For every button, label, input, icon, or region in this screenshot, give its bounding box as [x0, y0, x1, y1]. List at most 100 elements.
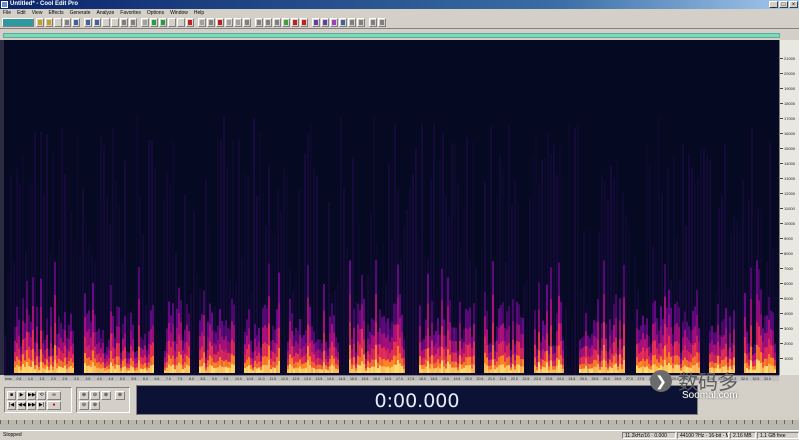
toolbar-button[interactable]	[177, 18, 185, 27]
toolbar-button[interactable]	[225, 18, 233, 27]
toolbar-button[interactable]	[369, 18, 377, 27]
toolbar-button[interactable]	[150, 18, 158, 27]
loop-infinite-button[interactable]: ∞	[47, 391, 61, 400]
zoom-in-vertical-icon[interactable]: ⊕	[115, 391, 125, 400]
menu-edit[interactable]: Edit	[17, 9, 26, 17]
time-tick-label: 12.0	[281, 377, 288, 381]
record-button[interactable]: ●	[47, 401, 61, 410]
spectrogram-energy	[371, 366, 373, 373]
meter-tick	[168, 420, 169, 424]
toolbar-button[interactable]	[330, 18, 338, 27]
play-button[interactable]: ▶	[17, 391, 26, 400]
toolbar-button[interactable]	[300, 18, 308, 27]
menu-effects[interactable]: Effects	[48, 9, 63, 17]
go-to-start-button[interactable]: |◀	[7, 401, 16, 410]
toolbar-button[interactable]	[129, 18, 137, 27]
spectrogram-energy	[26, 361, 28, 373]
zoom-right-icon[interactable]: ⊕	[90, 401, 100, 410]
toolbar-icon	[293, 20, 297, 25]
toolbar-button[interactable]	[216, 18, 224, 27]
toolbar-button[interactable]	[36, 18, 44, 27]
spectrogram-energy	[359, 365, 361, 373]
toolbar-button[interactable]	[102, 18, 110, 27]
stop-button[interactable]: ■	[7, 391, 16, 400]
spectrogram-energy	[90, 366, 92, 373]
toolbar-button[interactable]	[255, 18, 263, 27]
menu-favorites[interactable]: Favorites	[120, 9, 141, 17]
toolbar-button[interactable]	[264, 18, 272, 27]
spectrogram-energy	[558, 359, 560, 373]
zoom-in-horizontal-icon[interactable]: ⊕	[79, 391, 89, 400]
toolbar-button[interactable]	[339, 18, 347, 27]
toolbar-button[interactable]	[93, 18, 101, 27]
track-overview-bar[interactable]	[3, 33, 780, 38]
app-icon[interactable]	[1, 1, 8, 8]
spectral-view[interactable]	[4, 40, 779, 375]
menu-generate[interactable]: Generate	[70, 9, 91, 17]
toolbar-button[interactable]	[312, 18, 320, 27]
toolbar-button[interactable]	[321, 18, 329, 27]
loop-button[interactable]: ⟲	[37, 391, 46, 400]
fast-forward-button[interactable]: ▶▶	[27, 401, 36, 410]
menu-view[interactable]: View	[32, 9, 43, 17]
toolbar-button[interactable]	[45, 18, 53, 27]
spectrogram-energy	[250, 369, 252, 373]
rewind-button[interactable]: ◀◀	[17, 401, 26, 410]
toolbar-button[interactable]	[54, 18, 62, 27]
toolbar-button[interactable]	[84, 18, 92, 27]
meter-tick	[792, 420, 793, 424]
toolbar-button[interactable]	[348, 18, 356, 27]
menu-help[interactable]: Help	[194, 9, 204, 17]
spectrogram-energy	[331, 364, 333, 373]
maximize-button[interactable]: □	[779, 1, 788, 8]
meter-tick	[552, 420, 553, 424]
toolbar-button[interactable]	[120, 18, 128, 27]
spectrogram-energy	[385, 366, 387, 373]
toolbar-button[interactable]	[357, 18, 365, 27]
toolbar-button[interactable]	[111, 18, 119, 27]
spectrogram-energy	[536, 370, 538, 373]
toolbar-button[interactable]	[378, 18, 386, 27]
spectrogram-energy	[209, 364, 211, 373]
spectrogram-energy	[22, 364, 24, 373]
toolbar-button[interactable]	[234, 18, 242, 27]
spectrogram-energy	[311, 367, 313, 373]
go-to-end-button[interactable]: ▶|	[37, 401, 46, 410]
zoom-out-horizontal-icon[interactable]: ⊖	[90, 391, 100, 400]
spectrogram-energy	[164, 370, 166, 373]
menu-options[interactable]: Options	[147, 9, 164, 17]
spectrogram-energy	[510, 370, 512, 373]
time-tick-label: 20.5	[476, 377, 484, 381]
toolbar-button[interactable]	[186, 18, 194, 27]
toolbar-button[interactable]	[273, 18, 281, 27]
meter-tick	[32, 420, 33, 424]
menu-analyze[interactable]: Analyze	[97, 9, 115, 17]
toolbar-button[interactable]	[159, 18, 167, 27]
spectrogram-energy	[178, 362, 180, 373]
menu-window[interactable]: Window	[170, 9, 188, 17]
toolbar-button[interactable]	[282, 18, 290, 27]
spectrogram-energy	[335, 368, 337, 373]
zoom-left-icon[interactable]: ⊖	[79, 401, 89, 410]
waveform-view-toggle-button[interactable]	[2, 18, 34, 27]
play-to-end-button[interactable]: ▶▶	[27, 391, 36, 400]
meter-tick	[104, 420, 105, 424]
meter-tick	[768, 420, 769, 424]
toolbar-button[interactable]	[72, 18, 80, 27]
spectrogram-canvas[interactable]	[4, 40, 779, 375]
toolbar-button[interactable]	[291, 18, 299, 27]
zoom-full-icon[interactable]: ⊕	[101, 391, 111, 400]
toolbar-button[interactable]	[198, 18, 206, 27]
toolbar-button[interactable]	[207, 18, 215, 27]
toolbar-button[interactable]	[168, 18, 176, 27]
toolbar-button[interactable]	[243, 18, 251, 27]
spectrogram-texture	[196, 276, 198, 375]
spectrogram-energy	[98, 367, 100, 373]
meter-tick	[144, 420, 145, 424]
menu-file[interactable]: File	[3, 9, 11, 17]
minimize-button[interactable]: _	[769, 1, 778, 8]
toolbar-button[interactable]	[63, 18, 71, 27]
close-button[interactable]: ×	[789, 1, 798, 8]
toolbar-button[interactable]	[141, 18, 149, 27]
meter-tick	[264, 420, 265, 424]
